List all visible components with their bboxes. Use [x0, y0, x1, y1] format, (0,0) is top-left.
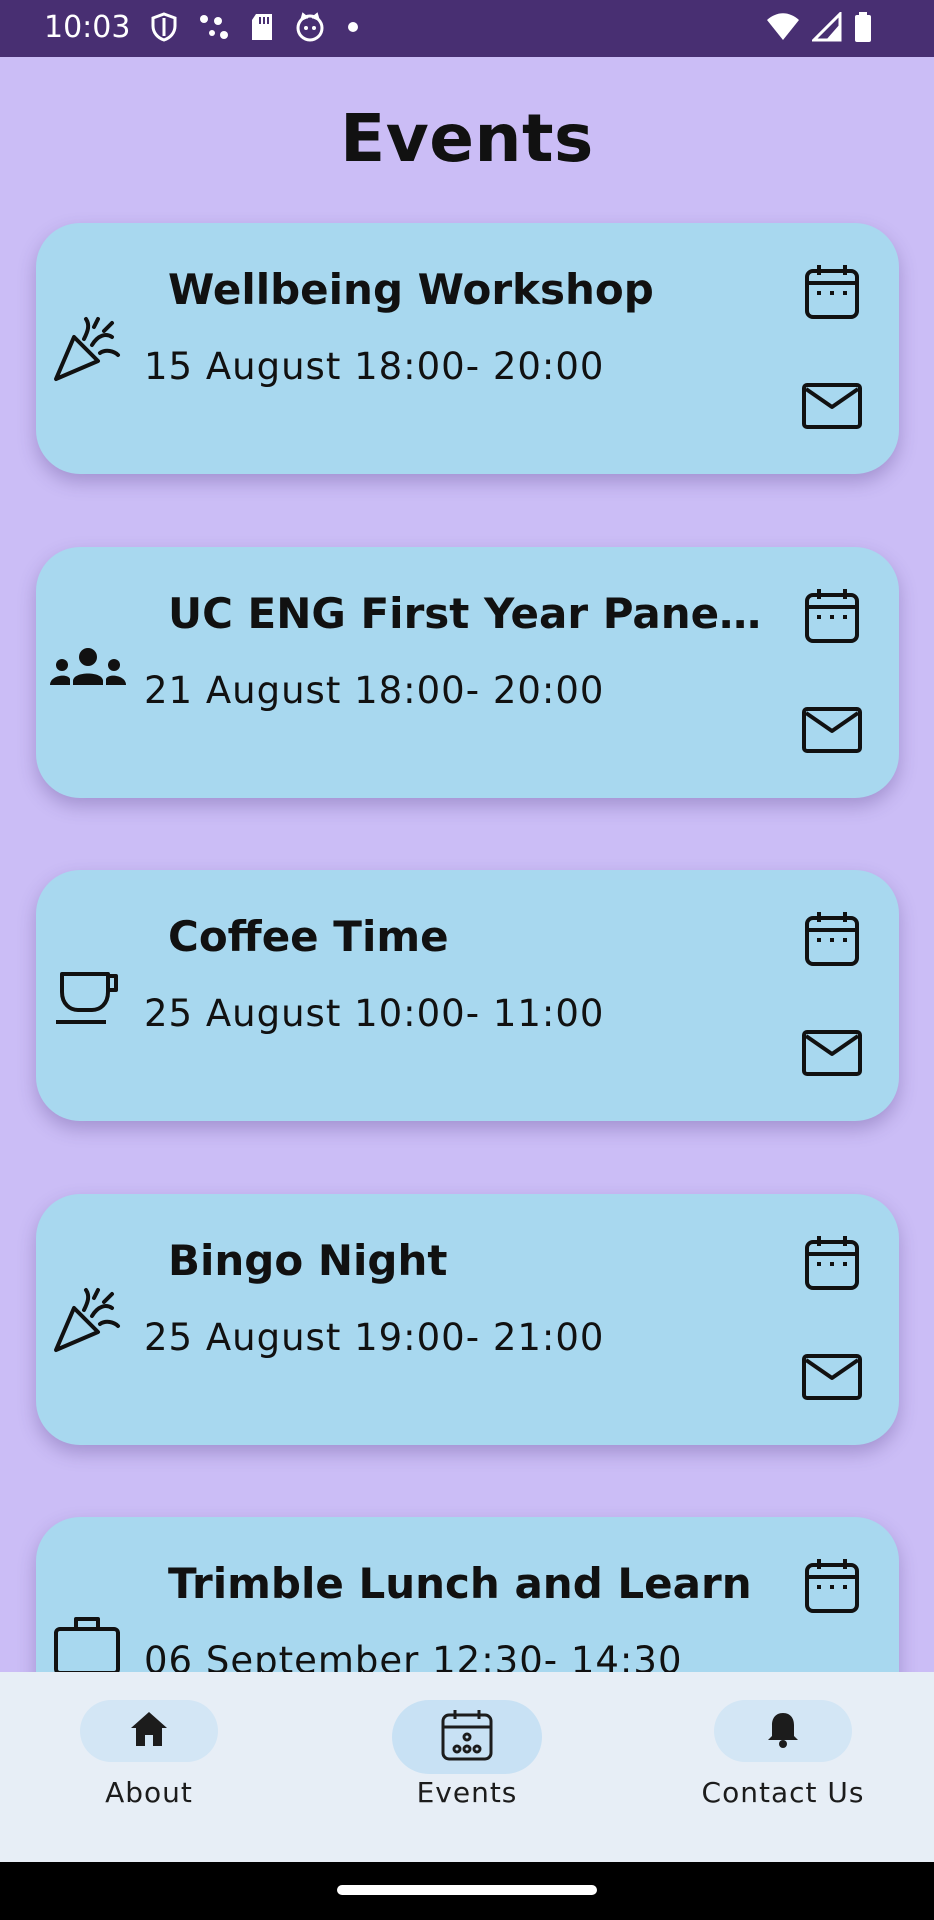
- mail-icon[interactable]: [801, 699, 863, 761]
- event-time: 21 August 18:00- 20:00: [144, 669, 605, 712]
- calendar-icon[interactable]: [801, 1232, 863, 1294]
- groups-icon: [48, 633, 128, 713]
- status-bar: 10:03: [0, 0, 934, 57]
- home-icon: [128, 1709, 170, 1754]
- event-card[interactable]: Bingo Night 25 August 19:00- 21:00: [36, 1194, 899, 1445]
- event-title: Wellbeing Workshop: [168, 265, 654, 314]
- calendar-icon[interactable]: [801, 908, 863, 970]
- battery-icon: [854, 12, 872, 42]
- mail-icon[interactable]: [801, 1346, 863, 1408]
- signal-icon: [812, 12, 842, 42]
- nav-label: Contact Us: [701, 1776, 865, 1809]
- party-popper-icon: [48, 309, 128, 389]
- cat-face-icon: [294, 12, 326, 42]
- calendar-icon[interactable]: [801, 585, 863, 647]
- page-title: Events: [340, 100, 594, 177]
- calendar-dots-icon: [439, 1707, 495, 1768]
- calendar-icon[interactable]: [801, 261, 863, 323]
- nav-pill[interactable]: [714, 1700, 852, 1762]
- sd-card-icon: [250, 12, 274, 42]
- gesture-handle[interactable]: [337, 1885, 597, 1895]
- event-time: 25 August 19:00- 21:00: [144, 1316, 605, 1359]
- shield-icon: [150, 12, 178, 42]
- nav-pill[interactable]: [80, 1700, 218, 1762]
- event-time: 25 August 10:00- 11:00: [144, 992, 605, 1035]
- event-card[interactable]: UC ENG First Year Panel Night 21 August …: [36, 547, 899, 798]
- mail-icon[interactable]: [801, 375, 863, 437]
- nav-label: About: [105, 1776, 193, 1809]
- mail-icon[interactable]: [801, 1022, 863, 1084]
- calendar-icon[interactable]: [801, 1555, 863, 1617]
- nav-item-contact-us[interactable]: Contact Us: [668, 1700, 898, 1840]
- event-title: Bingo Night: [168, 1236, 448, 1285]
- dot-icon: [346, 20, 360, 34]
- nav-item-about[interactable]: About: [34, 1700, 264, 1840]
- nav-item-events[interactable]: Events: [352, 1700, 582, 1840]
- event-card[interactable]: Coffee Time 25 August 10:00- 11:00: [36, 870, 899, 1121]
- coffee-cup-icon: [48, 956, 128, 1036]
- event-card[interactable]: Wellbeing Workshop 15 August 18:00- 20:0…: [36, 223, 899, 474]
- event-title: Coffee Time: [168, 912, 449, 961]
- status-time: 10:03: [44, 10, 131, 45]
- status-icons-right: [766, 12, 872, 42]
- party-popper-icon: [48, 1280, 128, 1360]
- briefcase-icon: [48, 1603, 128, 1683]
- event-title: UC ENG First Year Panel Night: [168, 589, 768, 638]
- nav-pill-active[interactable]: [392, 1700, 542, 1774]
- nav-label: Events: [416, 1776, 518, 1809]
- bottom-nav: About Events Contact Us: [0, 1672, 934, 1862]
- nodes-icon: [198, 13, 230, 41]
- event-time: 15 August 18:00- 20:00: [144, 345, 605, 388]
- status-icons-left: [150, 12, 360, 42]
- bell-icon: [763, 1709, 803, 1754]
- wifi-icon: [766, 12, 800, 42]
- event-title: Trimble Lunch and Learn: [168, 1559, 752, 1608]
